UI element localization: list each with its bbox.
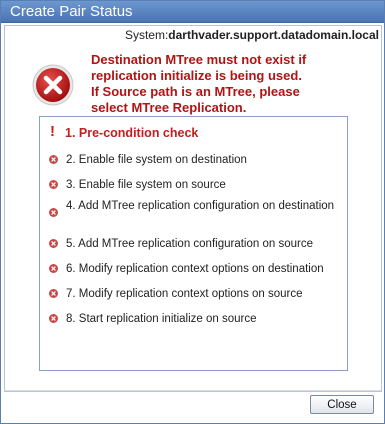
step-label: 4. Add MTree replication configuration o… [66,200,335,212]
failed-x-icon [49,180,58,189]
exclamation-icon: ! [50,123,55,140]
error-line: If Source path is an MTree, please [91,84,300,99]
dialog-title: Create Pair Status [1,1,384,23]
step-label: 6. Modify replication context options on… [66,263,324,275]
failed-x-icon [49,208,58,217]
system-info: System:darthvader.support.datadomain.loc… [125,28,379,42]
step-label: 2. Enable file system on destination [66,154,247,166]
step-label: 1. Pre-condition check [65,126,199,140]
step-label: 5. Add MTree replication configuration o… [66,238,313,250]
error-message: Destination MTree must not exist if repl… [91,52,361,116]
steps-list: ! 1. Pre-condition check 2. Enable file … [39,116,348,371]
error-line: Destination MTree must not exist if [91,52,307,67]
failed-x-icon [49,155,58,164]
step-label: 3. Enable file system on source [66,179,226,191]
failed-x-icon [49,314,58,323]
system-label: System: [124,28,169,42]
close-button[interactable]: Close [310,395,374,414]
system-value: darthvader.support.datadomain.local [168,28,379,42]
footer-divider [4,390,381,391]
create-pair-status-dialog: Create Pair Status System:darthvader.sup… [0,0,385,424]
step-label: 7. Modify replication context options on… [66,288,303,300]
error-line: select MTree Replication. [91,100,247,115]
error-line: replication initialize is being used. [91,68,302,83]
failed-x-icon [49,289,58,298]
error-x-icon [32,64,74,106]
failed-x-icon [49,264,58,273]
failed-x-icon [49,239,58,248]
step-label: 8. Start replication initialize on sourc… [66,313,257,325]
